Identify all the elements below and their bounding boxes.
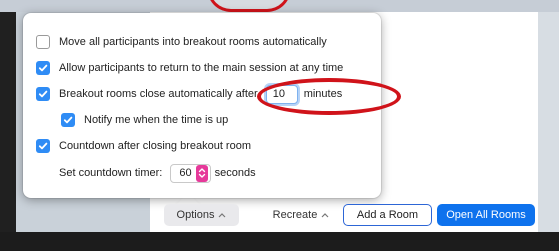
chevron-up-icon (321, 212, 329, 218)
checkmark-icon (38, 90, 48, 98)
allow-return-checkbox[interactable] (36, 61, 50, 75)
move-auto-label: Move all participants into breakout room… (59, 36, 327, 48)
chevron-up-icon (218, 212, 226, 218)
option-countdown[interactable]: Countdown after closing breakout room (36, 136, 251, 156)
options-label: Options (176, 209, 215, 221)
recreate-button[interactable]: Recreate (266, 204, 336, 226)
window-right-edge (538, 12, 559, 251)
countdown-checkbox[interactable] (36, 139, 50, 153)
countdown-label: Countdown after closing breakout room (59, 140, 251, 152)
countdown-timer-row: Set countdown timer: 60 seconds (59, 163, 256, 183)
move-auto-checkbox[interactable] (36, 35, 50, 49)
open-all-rooms-label: Open All Rooms (446, 209, 526, 221)
checkmark-icon (38, 64, 48, 72)
options-button[interactable]: Options (164, 204, 239, 226)
open-all-rooms-button[interactable]: Open All Rooms (437, 204, 535, 226)
background-left-panel (0, 12, 16, 251)
annotation-ellipse (257, 78, 401, 115)
add-room-label: Add a Room (356, 209, 419, 221)
checkmark-icon (38, 142, 48, 150)
notify-label: Notify me when the time is up (84, 114, 229, 126)
countdown-timer-label: Set countdown timer: (59, 167, 163, 179)
option-move-auto[interactable]: Move all participants into breakout room… (36, 32, 327, 52)
countdown-timer-select[interactable]: 60 (170, 163, 211, 183)
auto-close-label: Breakout rooms close automatically after (59, 88, 258, 100)
background-bottom-strip (0, 232, 559, 251)
countdown-timer-value: 60 (179, 167, 192, 179)
recreate-label: Recreate (272, 209, 318, 221)
countdown-unit-label: seconds (214, 167, 256, 179)
option-allow-return[interactable]: Allow participants to return to the main… (36, 58, 343, 78)
add-room-button[interactable]: Add a Room (343, 204, 432, 226)
checkmark-icon (63, 116, 73, 124)
stepper-icon[interactable] (195, 164, 208, 182)
auto-close-checkbox[interactable] (36, 87, 50, 101)
allow-return-label: Allow participants to return to the main… (59, 62, 344, 74)
notify-checkbox[interactable] (61, 113, 75, 127)
option-notify[interactable]: Notify me when the time is up (61, 110, 228, 130)
